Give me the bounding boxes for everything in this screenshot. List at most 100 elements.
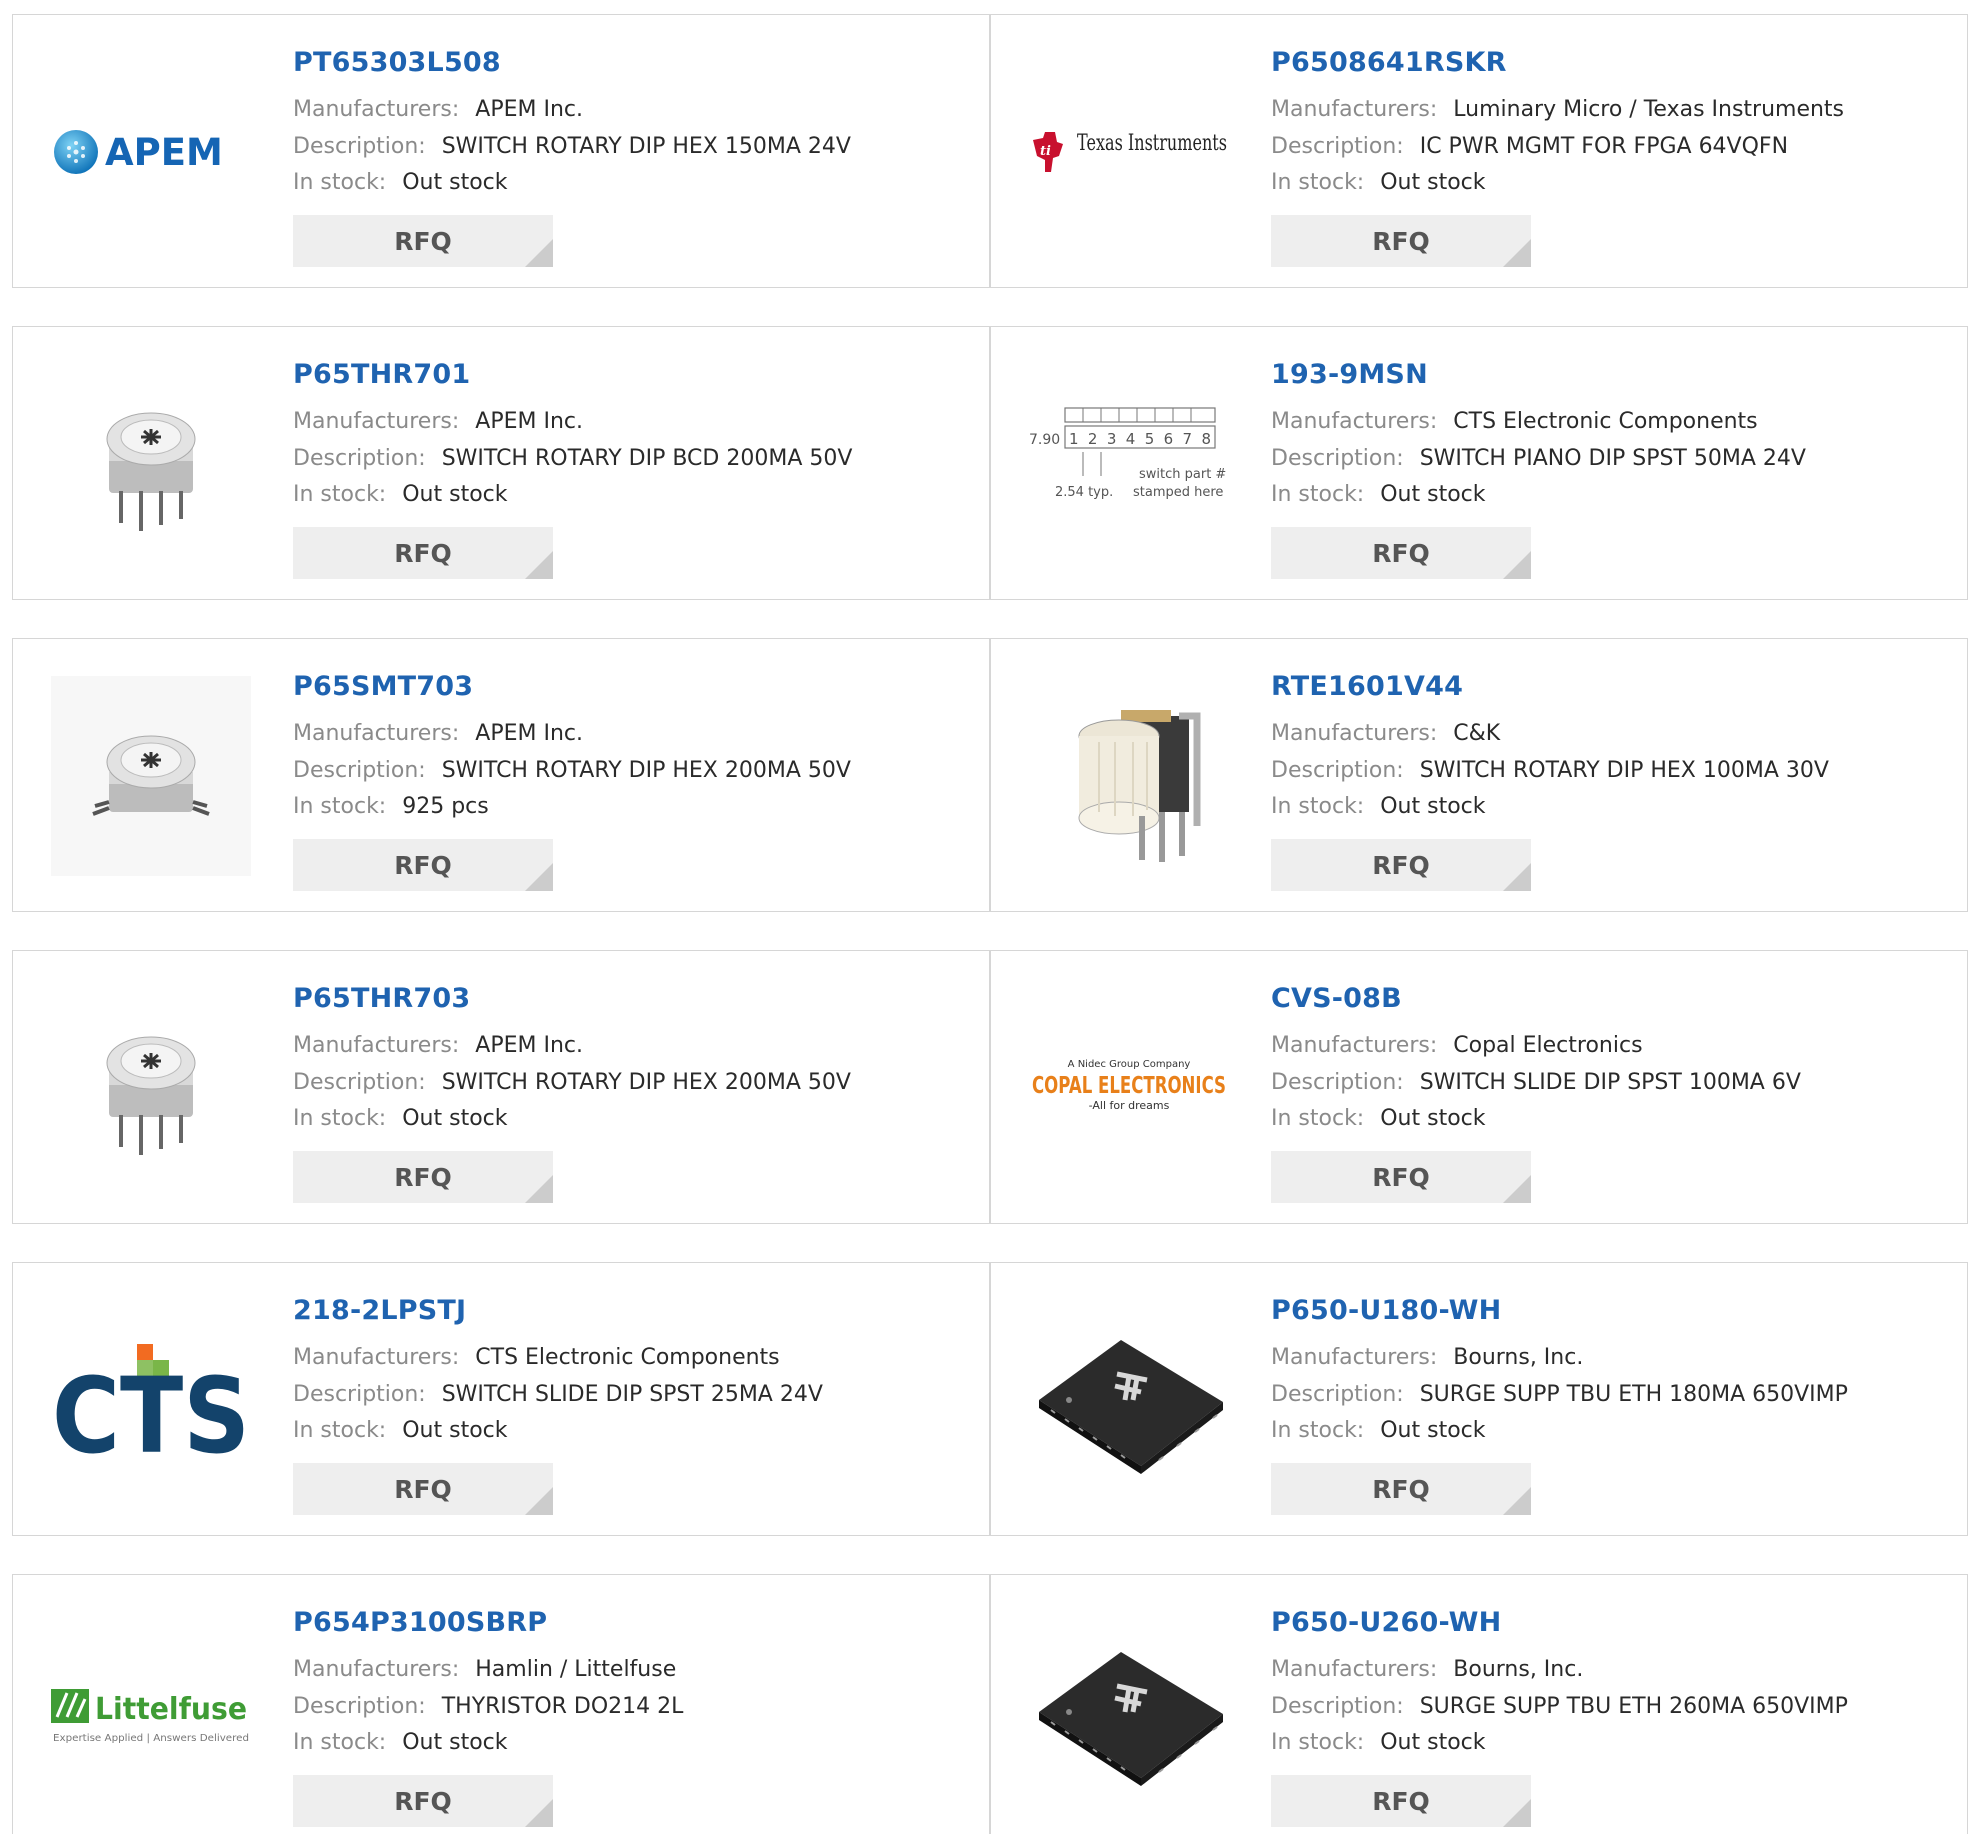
copal-electronics-logo[interactable]: A Nidec Group Company COPAL ELECTRONICS … (1029, 988, 1229, 1188)
manufacturer-label: Manufacturers: (293, 721, 460, 746)
manufacturer-value: APEM Inc. (475, 97, 583, 122)
description-label: Description: (1271, 1694, 1404, 1719)
rfq-button-label: RFQ (394, 538, 452, 568)
corner-triangle-icon (525, 863, 553, 891)
stock-line: In stock: Out stock (1271, 1728, 1486, 1758)
rfq-button[interactable]: RFQ (1271, 1463, 1531, 1515)
stock-value: Out stock (1380, 794, 1486, 819)
manufacturer-line: Manufacturers: Hamlin / Littelfuse (293, 1655, 676, 1685)
product-card: RTE1601V44 Manufacturers: C&K Description… (990, 638, 1968, 912)
stock-label: In stock: (1271, 1418, 1365, 1443)
rfq-button[interactable]: RFQ (1271, 527, 1531, 579)
rotary-switch-thru-hole-photo[interactable] (51, 988, 251, 1188)
dip-switch-drawing[interactable]: 7.90 1 2 3 4 5 6 7 8 2.54 typ. switch pa… (1029, 364, 1229, 564)
manufacturer-value: C&K (1453, 721, 1501, 746)
rfq-button[interactable]: RFQ (293, 839, 553, 891)
rfq-button[interactable]: RFQ (293, 1463, 553, 1515)
stock-line: In stock: 925 pcs (293, 792, 489, 822)
product-row: Littelfuse Expertise Applied | Answers D… (12, 1574, 1969, 1834)
description-label: Description: (293, 1382, 426, 1407)
part-number-link[interactable]: P65SMT703 (293, 671, 473, 702)
part-number-link[interactable]: 193-9MSN (1271, 359, 1428, 390)
rfq-button-label: RFQ (1372, 1162, 1430, 1192)
manufacturer-line: Manufacturers: C&K (1271, 719, 1500, 749)
part-number-link[interactable]: P65THR703 (293, 983, 470, 1014)
corner-triangle-icon (1503, 1175, 1531, 1203)
stock-value: Out stock (1380, 1106, 1486, 1131)
stock-value: Out stock (1380, 170, 1486, 195)
cts-logo-text: CTS (52, 1355, 250, 1460)
rfq-button[interactable]: RFQ (1271, 215, 1531, 267)
rotary-knob-switch-photo[interactable] (1029, 676, 1229, 876)
corner-triangle-icon (1503, 551, 1531, 579)
rotary-switch-smt-photo[interactable] (51, 676, 251, 876)
manufacturer-value: APEM Inc. (475, 409, 583, 434)
stock-label: In stock: (1271, 170, 1365, 195)
stock-line: In stock: Out stock (293, 1104, 508, 1134)
manufacturer-line: Manufacturers: CTS Electronic Components (293, 1343, 780, 1373)
manufacturer-label: Manufacturers: (1271, 97, 1438, 122)
rfq-button[interactable]: RFQ (1271, 839, 1531, 891)
manufacturer-value: CTS Electronic Components (475, 1345, 780, 1370)
copal-logo-tagline: -All for dreams (1089, 1099, 1170, 1112)
littelfuse-logo-text: Littelfuse (95, 1692, 247, 1727)
rfq-button-label: RFQ (1372, 538, 1430, 568)
part-number-link[interactable]: P6508641RSKR (1271, 47, 1507, 78)
part-number-link[interactable]: P65THR701 (293, 359, 470, 390)
product-row: P65SMT703 Manufacturers: APEM Inc. Descri… (12, 638, 1969, 912)
manufacturer-value: Bourns, Inc. (1453, 1345, 1584, 1370)
stock-value: Out stock (402, 482, 508, 507)
rotary-switch-thru-hole-photo[interactable] (51, 364, 251, 564)
corner-triangle-icon (1503, 1799, 1531, 1827)
rfq-button[interactable]: RFQ (293, 1775, 553, 1827)
ti-logo-text: Texas Instruments (1077, 131, 1227, 156)
manufacturer-value: Copal Electronics (1453, 1033, 1643, 1058)
manufacturer-label: Manufacturers: (1271, 1345, 1438, 1370)
stock-line: In stock: Out stock (1271, 480, 1486, 510)
texas-instruments-logo[interactable]: ti Texas Instruments (1029, 52, 1229, 252)
manufacturer-label: Manufacturers: (293, 1345, 460, 1370)
rfq-button[interactable]: RFQ (1271, 1775, 1531, 1827)
manufacturer-label: Manufacturers: (293, 97, 460, 122)
rfq-button-label: RFQ (394, 1162, 452, 1192)
description-value: SWITCH ROTARY DIP HEX 100MA 30V (1419, 758, 1829, 783)
part-number-link[interactable]: PT65303L508 (293, 47, 501, 78)
part-number-link[interactable]: P654P3100SBRP (293, 1607, 547, 1638)
part-number-link[interactable]: RTE1601V44 (1271, 671, 1463, 702)
rfq-button[interactable]: RFQ (293, 1151, 553, 1203)
manufacturer-value: Bourns, Inc. (1453, 1657, 1584, 1682)
description-value: THYRISTOR DO214 2L (441, 1694, 684, 1719)
littelfuse-logo[interactable]: Littelfuse Expertise Applied | Answers D… (51, 1612, 251, 1812)
stock-value: Out stock (402, 1418, 508, 1443)
apem-logo[interactable]: APEM (51, 52, 251, 252)
part-number-link[interactable]: P650-U180-WH (1271, 1295, 1501, 1326)
description-label: Description: (1271, 134, 1404, 159)
manufacturer-line: Manufacturers: Bourns, Inc. (1271, 1343, 1583, 1373)
rfq-button[interactable]: RFQ (293, 527, 553, 579)
cts-logo[interactable]: CTS (51, 1300, 251, 1500)
rfq-button[interactable]: RFQ (1271, 1151, 1531, 1203)
littelfuse-logo-tagline: Expertise Applied | Answers Delivered (53, 1733, 249, 1744)
description-label: Description: (293, 1694, 426, 1719)
stock-value: Out stock (1380, 482, 1486, 507)
chip-package-photo[interactable] (1029, 1612, 1229, 1812)
description-label: Description: (293, 446, 426, 471)
product-card: P65THR703 Manufacturers: APEM Inc. Descri… (12, 950, 990, 1224)
product-grid: APEM PT65303L508 Manufacturers: APEM Inc.… (12, 14, 1969, 1834)
part-number-link[interactable]: 218-2LPSTJ (293, 1295, 466, 1326)
manufacturer-line: Manufacturers: Bourns, Inc. (1271, 1655, 1583, 1685)
rfq-button[interactable]: RFQ (293, 215, 553, 267)
stock-value: Out stock (1380, 1418, 1486, 1443)
rfq-button-label: RFQ (1372, 850, 1430, 880)
description-line: Description: SURGE SUPP TBU ETH 260MA 650… (1271, 1692, 1848, 1722)
manufacturer-line: Manufacturers: Luminary Micro / Texas Ins… (1271, 95, 1844, 125)
part-number-link[interactable]: P650-U260-WH (1271, 1607, 1501, 1638)
manufacturer-value: Hamlin / Littelfuse (475, 1657, 677, 1682)
corner-triangle-icon (1503, 863, 1531, 891)
manufacturer-value: CTS Electronic Components (1453, 409, 1758, 434)
chip-package-photo[interactable] (1029, 1300, 1229, 1500)
description-value: SWITCH SLIDE DIP SPST 25MA 24V (441, 1382, 823, 1407)
part-number-link[interactable]: CVS-08B (1271, 983, 1402, 1014)
description-value: SWITCH ROTARY DIP HEX 200MA 50V (441, 1070, 851, 1095)
stock-label: In stock: (293, 1106, 387, 1131)
